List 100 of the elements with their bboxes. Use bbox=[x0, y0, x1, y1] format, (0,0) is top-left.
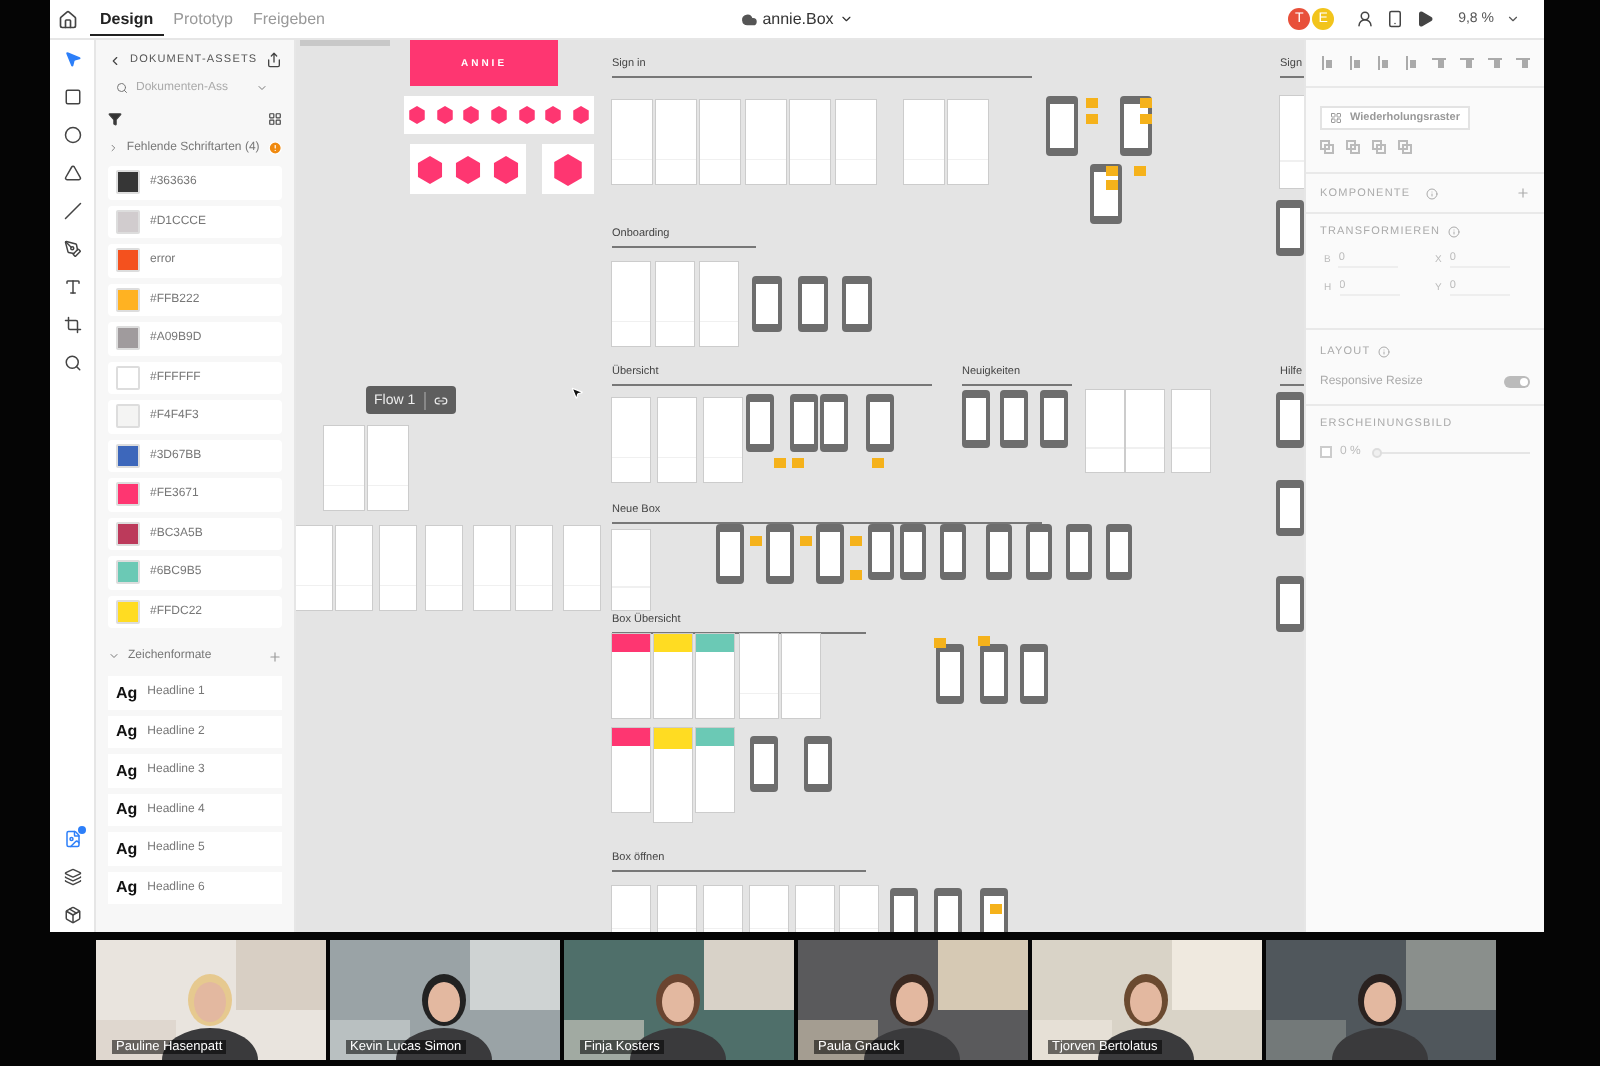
chevron-icon[interactable] bbox=[108, 650, 120, 662]
artboard bbox=[612, 728, 650, 812]
artboard bbox=[746, 100, 786, 184]
add-icon[interactable] bbox=[268, 649, 282, 663]
artboard bbox=[656, 262, 694, 346]
layers-icon[interactable] bbox=[63, 868, 81, 886]
triangle-tool-icon[interactable] bbox=[63, 164, 81, 182]
home-icon[interactable] bbox=[58, 9, 78, 29]
align-icon[interactable] bbox=[1460, 56, 1474, 70]
back-icon[interactable] bbox=[108, 53, 122, 67]
artboard bbox=[1126, 390, 1164, 472]
sticky-note bbox=[850, 570, 862, 580]
artboard bbox=[1172, 390, 1210, 472]
artboard bbox=[654, 634, 692, 718]
phone-icon[interactable] bbox=[1386, 10, 1405, 28]
phone-mockup bbox=[1106, 524, 1132, 580]
align-icon[interactable] bbox=[1320, 56, 1334, 70]
checkbox[interactable] bbox=[1320, 446, 1332, 458]
mode-tab[interactable]: Design bbox=[90, 3, 164, 35]
hexagon-logo-icon bbox=[552, 153, 584, 185]
link-icon[interactable] bbox=[433, 393, 448, 407]
artboard bbox=[658, 886, 696, 932]
info-icon[interactable] bbox=[1426, 187, 1439, 199]
phone-mockup bbox=[962, 390, 990, 448]
cloud-icon bbox=[740, 11, 757, 27]
artboard bbox=[612, 262, 650, 346]
align-icon[interactable] bbox=[1488, 56, 1502, 70]
artboard bbox=[368, 426, 408, 510]
phone-mockup bbox=[750, 736, 778, 792]
phone-mockup bbox=[936, 644, 964, 704]
artboard bbox=[836, 100, 876, 184]
artboard bbox=[516, 526, 552, 610]
plugins-icon[interactable] bbox=[63, 906, 81, 924]
align-icon[interactable] bbox=[1516, 56, 1530, 70]
caret-icon bbox=[839, 12, 854, 26]
sticky-note bbox=[934, 638, 946, 648]
grid-view-icon[interactable] bbox=[268, 111, 282, 125]
artboard bbox=[840, 886, 878, 932]
artboard bbox=[948, 100, 988, 184]
artboard bbox=[790, 100, 830, 184]
rectangle-tool-icon[interactable] bbox=[63, 88, 81, 106]
artboard bbox=[336, 526, 372, 610]
phone-mockup bbox=[842, 276, 872, 332]
user-icon[interactable] bbox=[1356, 10, 1375, 28]
artboard bbox=[704, 886, 742, 932]
mode-tab[interactable]: Freigeben bbox=[242, 3, 335, 35]
cursor-icon bbox=[570, 386, 584, 400]
artboard bbox=[796, 886, 834, 932]
grid-icon bbox=[1330, 112, 1342, 124]
artboard bbox=[612, 886, 650, 932]
artboard bbox=[1280, 96, 1304, 188]
phone-mockup bbox=[790, 394, 818, 452]
artboard bbox=[654, 728, 692, 822]
add-icon[interactable] bbox=[1516, 186, 1530, 200]
share-icon[interactable] bbox=[266, 52, 282, 68]
hexagon-logo-icon bbox=[415, 155, 444, 183]
sticky-note bbox=[800, 536, 812, 546]
phone-mockup bbox=[934, 888, 962, 932]
assets-icon[interactable] bbox=[63, 830, 81, 848]
align-icon[interactable] bbox=[1404, 56, 1418, 70]
responsive-toggle[interactable] bbox=[1504, 376, 1530, 388]
filter-icon[interactable] bbox=[108, 111, 122, 125]
phone-mockup bbox=[890, 888, 918, 932]
select-tool-icon[interactable] bbox=[63, 50, 81, 68]
artboard bbox=[658, 398, 696, 482]
artboard bbox=[564, 526, 600, 610]
align-icon[interactable] bbox=[1348, 56, 1362, 70]
chevron-icon[interactable] bbox=[108, 142, 119, 154]
phone-mockup bbox=[752, 276, 782, 332]
artboard bbox=[696, 634, 734, 718]
artboard bbox=[612, 634, 650, 718]
artboard bbox=[740, 634, 778, 718]
sticky-note bbox=[978, 636, 990, 646]
align-icon[interactable] bbox=[1432, 56, 1446, 70]
sticky-note bbox=[1134, 166, 1146, 176]
phone-mockup bbox=[1020, 644, 1048, 704]
caret-icon[interactable] bbox=[256, 81, 268, 93]
artboard bbox=[380, 526, 416, 610]
phone-mockup bbox=[1040, 390, 1068, 448]
hexagon-logo-icon bbox=[453, 155, 482, 183]
ellipse-tool-icon[interactable] bbox=[63, 126, 81, 144]
phone-mockup bbox=[804, 736, 832, 792]
align-icon[interactable] bbox=[1376, 56, 1390, 70]
pen-tool-icon[interactable] bbox=[63, 240, 81, 258]
line-tool-icon[interactable] bbox=[63, 202, 81, 220]
phone-mockup bbox=[1066, 524, 1092, 580]
info-icon[interactable] bbox=[1448, 226, 1461, 238]
text-tool-icon[interactable] bbox=[63, 278, 81, 296]
sticky-note bbox=[850, 536, 862, 546]
document-title[interactable]: annie.Box bbox=[728, 8, 866, 30]
info-icon[interactable] bbox=[1378, 346, 1391, 358]
artboard bbox=[1086, 390, 1124, 472]
artboard bbox=[700, 100, 740, 184]
phone-mockup bbox=[798, 276, 828, 332]
play-icon[interactable] bbox=[1416, 10, 1435, 28]
artboard-tool-icon[interactable] bbox=[63, 316, 81, 334]
artboard bbox=[324, 426, 364, 510]
zoom-tool-icon[interactable] bbox=[63, 354, 81, 372]
artboard bbox=[750, 886, 788, 932]
mode-tab[interactable]: Prototyp bbox=[163, 3, 243, 35]
